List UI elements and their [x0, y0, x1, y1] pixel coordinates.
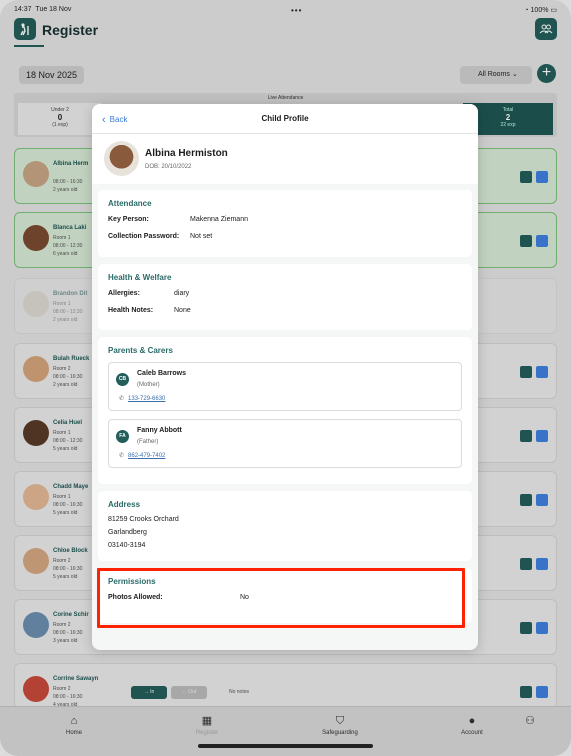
section-heading: Attendance [108, 199, 152, 208]
phone-icon: ✆ [119, 453, 125, 459]
child-dob: DOB: 20/10/2022 [145, 164, 192, 170]
carer-relation: (Mother) [137, 382, 160, 388]
carer-card[interactable]: CB Caleb Barrows (Mother) ✆ 133-729-6630 [108, 362, 462, 411]
attendance-section: Attendance Key Person: Makenna Ziemann Co… [98, 190, 472, 257]
parents-section: Parents & Carers CB Caleb Barrows (Mothe… [98, 337, 472, 484]
modal-header: ‹ Back Child Profile [92, 104, 478, 134]
carer-relation: (Father) [137, 439, 159, 445]
carer-card[interactable]: FA Fanny Abbott (Father) ✆ 862-479-7402 [108, 419, 462, 468]
profile-header: Albina Hermiston DOB: 20/10/2022 [92, 134, 478, 184]
collection-password-row: Collection Password: Not set [108, 233, 213, 240]
address-line: 03140-3194 [108, 542, 146, 549]
address-line: Garlandberg [108, 529, 147, 536]
section-heading: Parents & Carers [108, 346, 173, 355]
phone-icon: ✆ [119, 396, 125, 402]
carer-name: Fanny Abbott [137, 427, 182, 434]
carer-name: Caleb Barrows [137, 370, 187, 377]
home-indicator[interactable] [198, 744, 373, 748]
key-person-row: Key Person: Makenna Ziemann [108, 216, 248, 223]
carer-initials: FA [116, 430, 129, 443]
modal-title: Child Profile [261, 114, 309, 123]
app-frame: 14:37 Tue 18 Nov ••• ◔ 100% ▭ Register 1… [0, 0, 571, 756]
health-notes-row: Health Notes: None [108, 307, 191, 314]
child-avatar [104, 141, 139, 176]
allergies-row: Allergies: diary [108, 290, 190, 297]
child-name: Albina Hermiston [145, 148, 228, 159]
carer-phone-link[interactable]: ✆ 862-479-7402 [119, 452, 165, 459]
health-section: Health & Welfare Allergies: diary Health … [98, 264, 472, 330]
carer-phone-link[interactable]: ✆ 133-729-6630 [119, 395, 165, 402]
address-line: 81259 Crooks Orchard [108, 516, 179, 523]
section-heading: Health & Welfare [108, 273, 172, 282]
address-section: Address 81259 Crooks Orchard Garlandberg… [98, 491, 472, 561]
section-heading: Address [108, 500, 141, 509]
carer-initials: CB [116, 373, 129, 386]
permissions-highlight-box [97, 568, 465, 628]
